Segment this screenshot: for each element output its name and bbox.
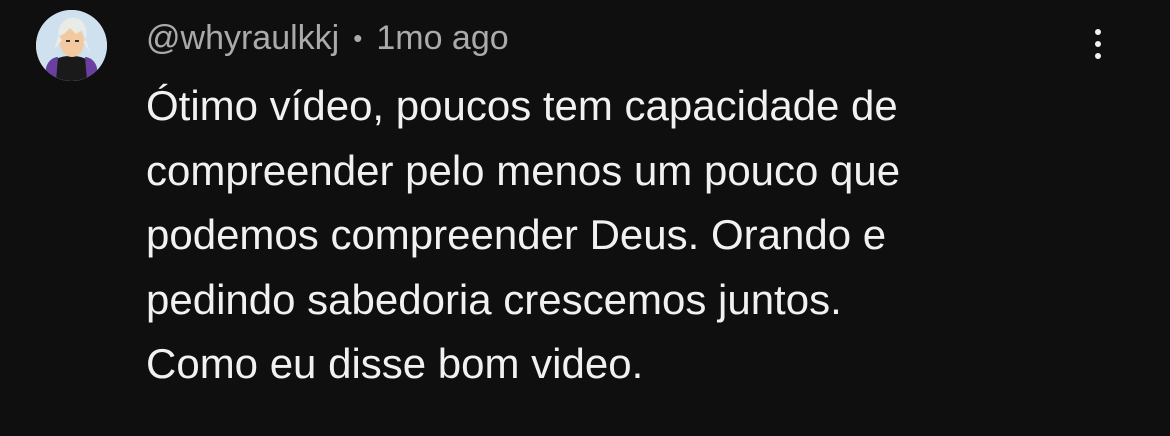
comment-text: Ótimo vídeo, poucos tem capacidade de co… (146, 82, 901, 387)
comment-header: @whyraulkkj • 1mo ago (146, 14, 509, 62)
avatar-image (36, 10, 107, 81)
avatar[interactable] (36, 10, 107, 81)
comment-item: @whyraulkkj • 1mo ago Ótimo vídeo, pouco… (0, 0, 1170, 436)
menu-dot (1095, 41, 1101, 47)
timestamp[interactable]: 1mo ago (376, 19, 508, 58)
more-vertical-icon[interactable] (1074, 20, 1122, 68)
separator-dot: • (353, 23, 363, 53)
menu-dot (1095, 53, 1101, 59)
menu-dot (1095, 29, 1101, 35)
author-name[interactable]: @whyraulkkj (146, 19, 339, 58)
